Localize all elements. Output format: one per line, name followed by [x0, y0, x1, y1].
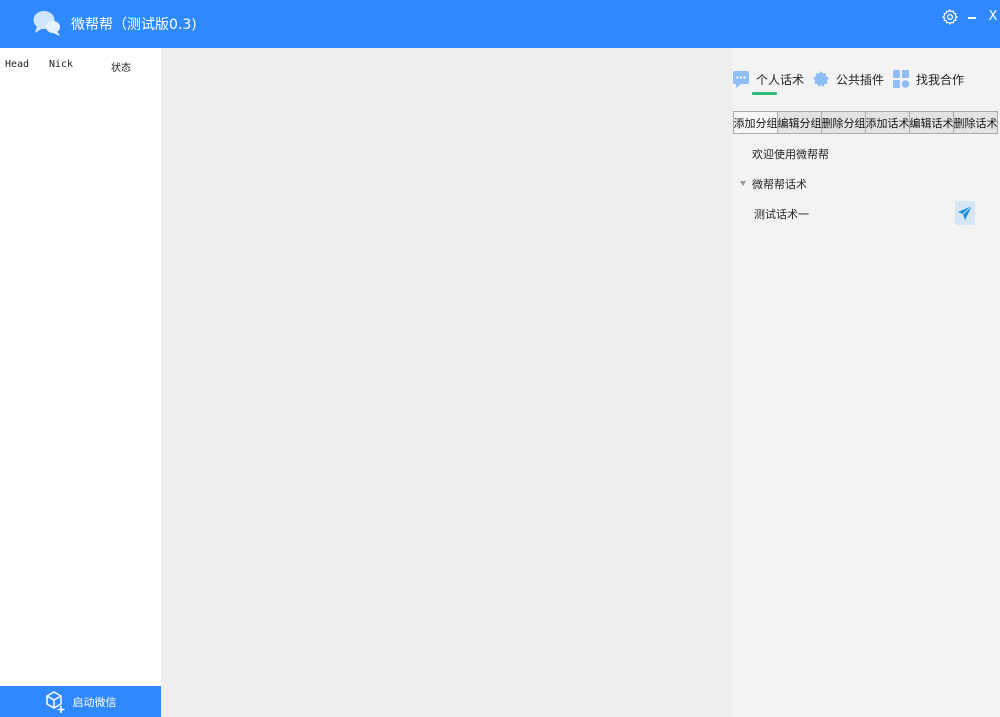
minimize-icon — [968, 17, 976, 19]
chat-bubbles-icon — [33, 11, 60, 36]
tab-personal-scripts-label: 个人话术 — [756, 72, 805, 87]
edit-script-button[interactable]: 编辑话术 — [909, 111, 954, 134]
add-group-button[interactable]: 添加分组 — [733, 111, 778, 134]
minimize-button[interactable] — [963, 8, 981, 26]
active-tab-indicator — [752, 92, 777, 95]
tab-cooperation-label: 找我合作 — [916, 72, 965, 87]
cube-plus-icon — [45, 690, 64, 713]
edit-group-button[interactable]: 编辑分组 — [777, 111, 822, 134]
add-script-button[interactable]: 添加话术 — [865, 111, 910, 134]
column-header-head[interactable]: Head — [5, 59, 29, 70]
settings-button[interactable] — [941, 8, 959, 26]
speech-bubble-icon — [733, 71, 749, 88]
paper-plane-icon — [958, 205, 973, 220]
app-title: 微帮帮（测试版0.3) — [71, 17, 197, 33]
column-header-status[interactable]: 状态 — [111, 59, 131, 74]
grid-icon — [893, 70, 910, 88]
tree-item-welcome[interactable]: 欢迎使用微帮帮 — [752, 146, 829, 162]
delete-script-button[interactable]: 删除话术 — [953, 111, 998, 134]
tab-public-plugins-label: 公共插件 — [836, 72, 885, 87]
close-button[interactable]: X — [984, 8, 1000, 26]
scripts-panel: 个人话术 公共插件 找我合作 添加分组 编辑分组 删除分组 添加话术 编辑话术 … — [732, 48, 1000, 717]
main-content-area — [161, 48, 732, 717]
close-icon: X — [988, 9, 998, 24]
tree-group-weibangbang[interactable]: 微帮帮话术 — [752, 176, 807, 192]
start-wechat-button[interactable]: 启动微信 — [0, 686, 161, 717]
send-script-button[interactable] — [955, 201, 975, 225]
tab-public-plugins[interactable]: 公共插件 — [812, 64, 884, 94]
contact-list-panel: Head Nick 状态 启动微信 — [0, 48, 161, 717]
column-header-nick[interactable]: Nick — [49, 59, 73, 70]
tab-personal-scripts[interactable]: 个人话术 — [732, 64, 804, 94]
tree-item-test-script[interactable]: 测试话术一 — [754, 206, 809, 222]
start-wechat-label: 启动微信 — [72, 695, 117, 709]
title-bar: 微帮帮（测试版0.3) X — [0, 0, 1000, 48]
badge-icon — [812, 70, 830, 88]
gear-icon — [942, 9, 958, 25]
delete-group-button[interactable]: 删除分组 — [821, 111, 866, 134]
expand-arrow-icon[interactable] — [740, 181, 746, 186]
scripts-toolbar: 添加分组 编辑分组 删除分组 添加话术 编辑话术 删除话术 — [733, 111, 999, 134]
tab-cooperation[interactable]: 找我合作 — [892, 64, 964, 94]
